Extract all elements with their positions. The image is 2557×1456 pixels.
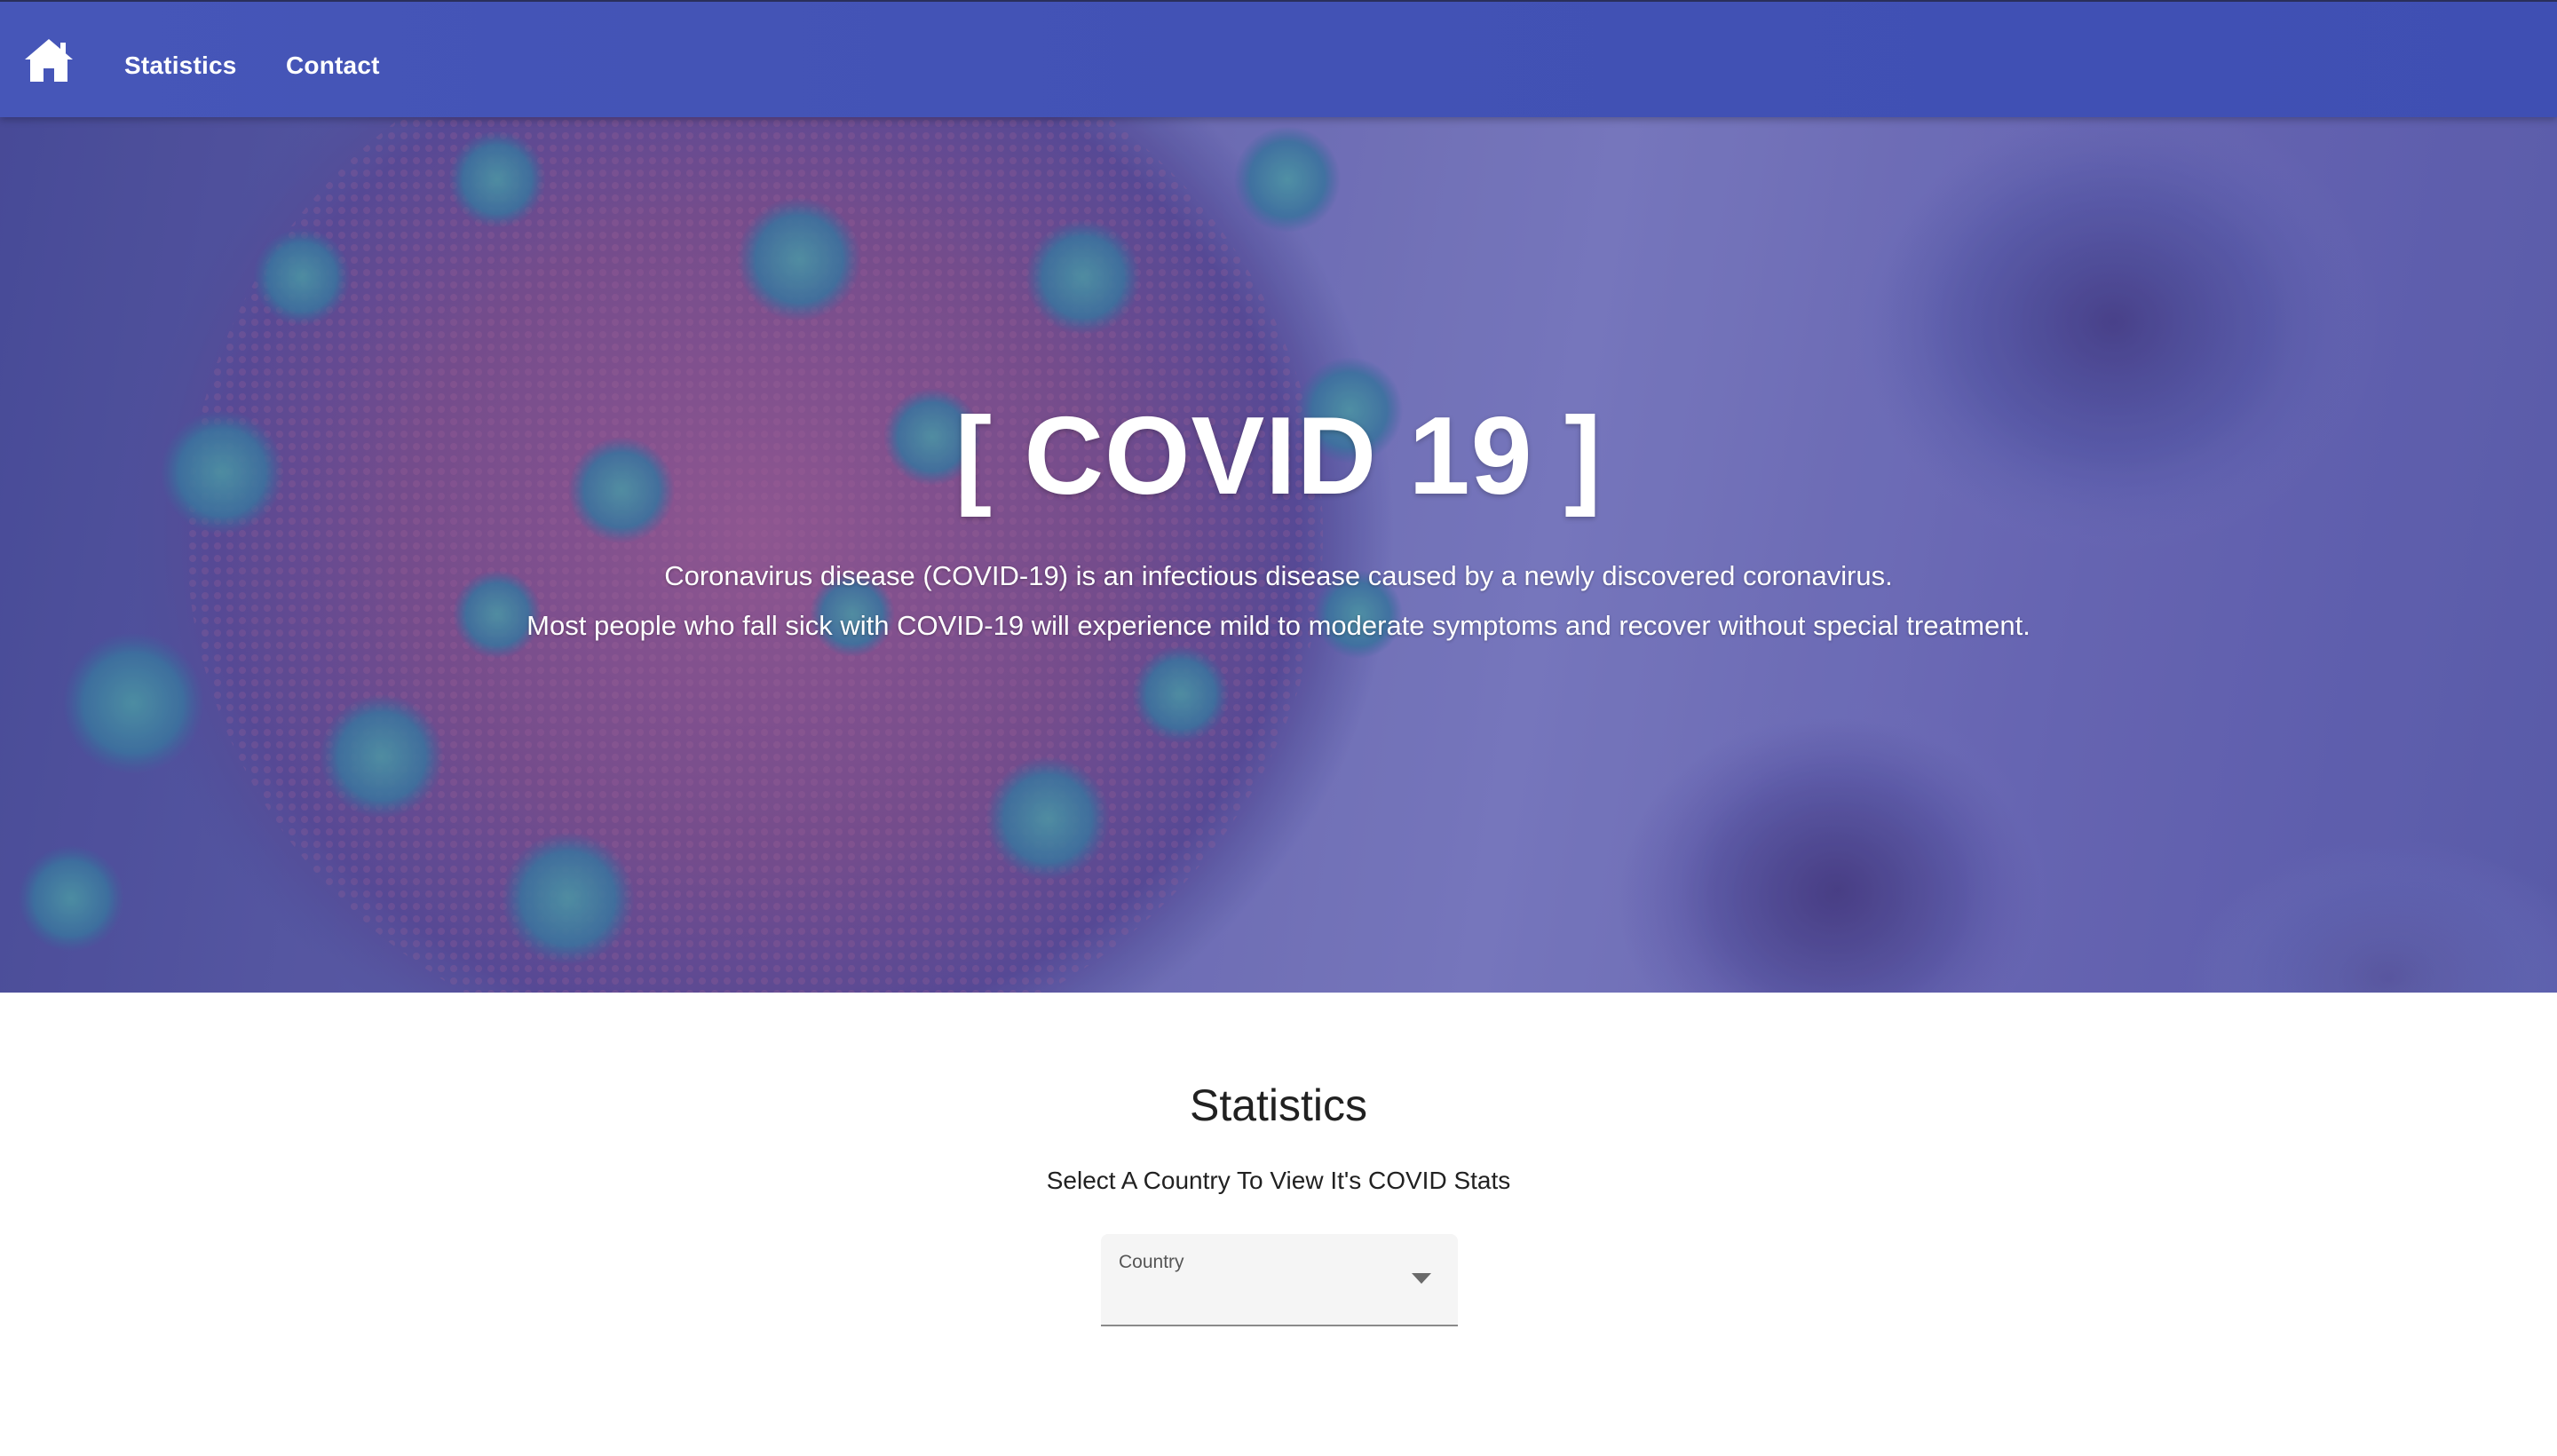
top-navbar: Statistics Contact (0, 0, 2557, 117)
home-icon (25, 39, 73, 82)
chevron-down-icon (1412, 1273, 1431, 1284)
hero-banner: [ COVID 19 ] Coronavirus disease (COVID-… (0, 117, 2557, 993)
statistics-subtitle: Select A Country To View It's COVID Stat… (1046, 1167, 1511, 1194)
statistics-heading: Statistics (1189, 1080, 1368, 1130)
home-button[interactable] (23, 37, 75, 83)
country-select-label: Country (1119, 1252, 1184, 1272)
hero-description-line-2: Most people who fall sick with COVID-19 … (526, 610, 2031, 641)
coronavirus-background-image (0, 117, 2557, 993)
nav-link-contact[interactable]: Contact (286, 48, 380, 83)
nav-link-statistics[interactable]: Statistics (124, 48, 237, 83)
country-select[interactable]: Country (1101, 1234, 1458, 1326)
hero-description-line-1: Coronavirus disease (COVID-19) is an inf… (664, 560, 1893, 591)
hero-title: [ COVID 19 ] (954, 395, 1603, 518)
